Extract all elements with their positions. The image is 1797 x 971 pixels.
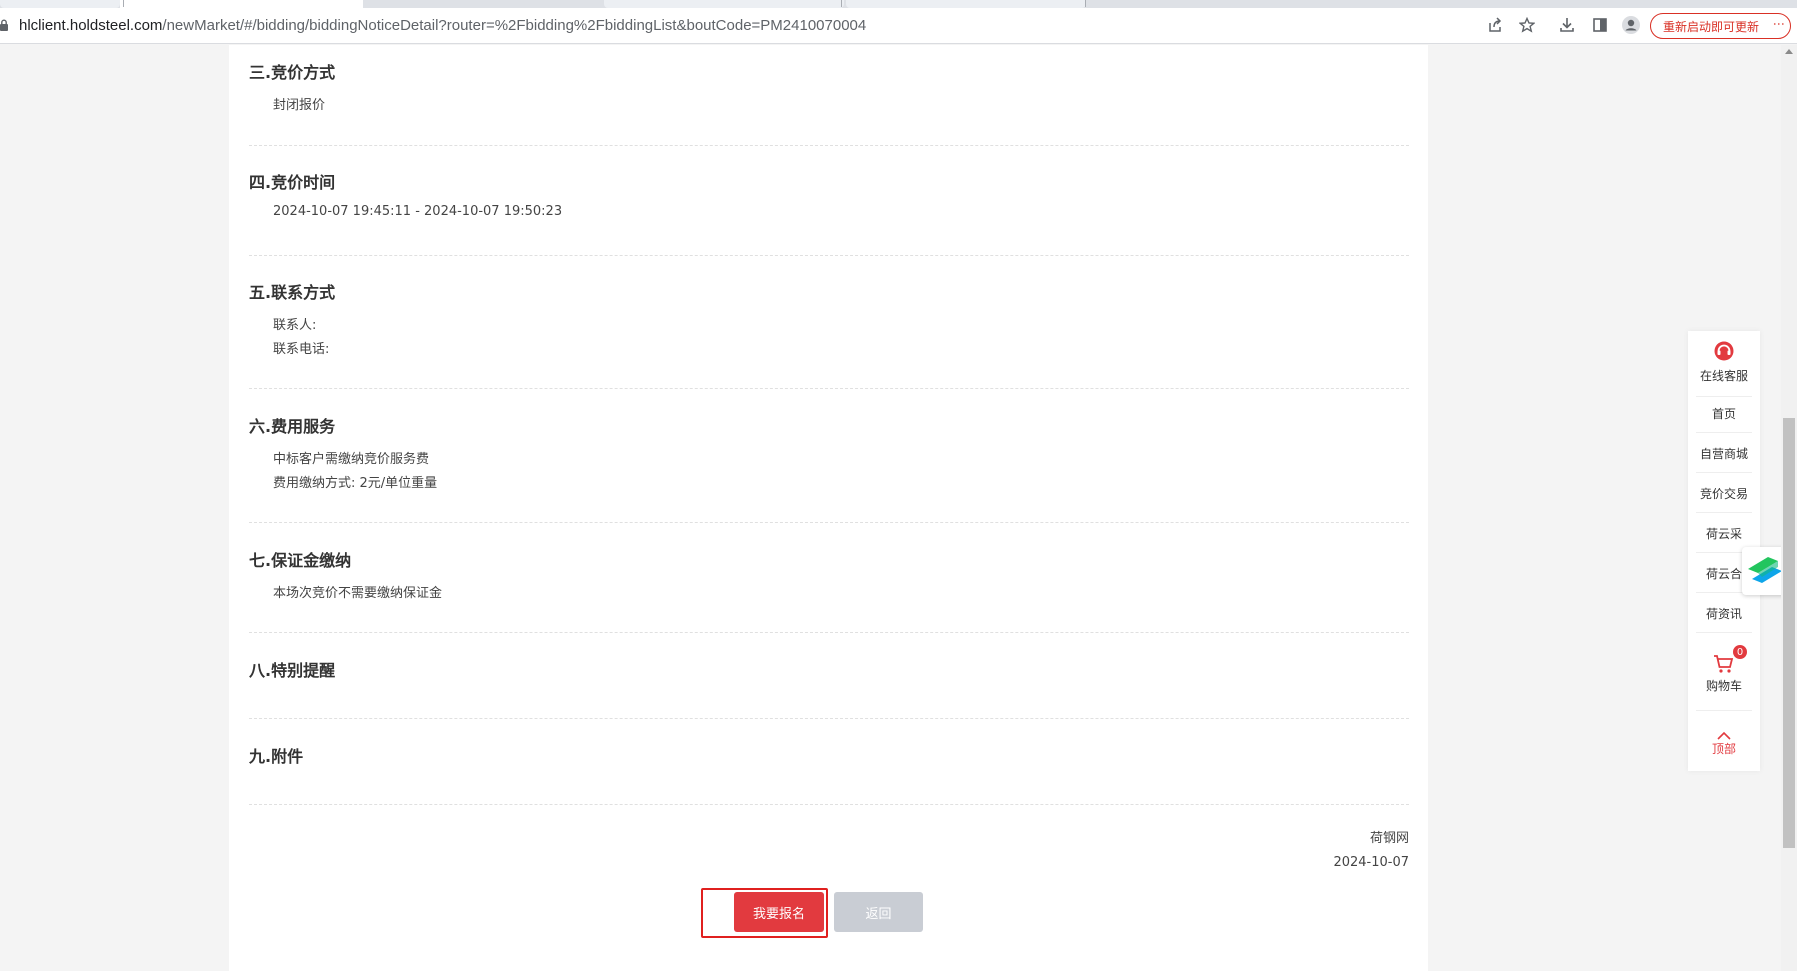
section-text: 联系电话: [273, 342, 330, 357]
scroll-up-arrow-icon[interactable] [1785, 49, 1793, 54]
url-host: hlclient.holdsteel.com [19, 17, 163, 34]
section-title: 四.竞价时间 [249, 173, 336, 192]
lock-icon[interactable] [0, 19, 8, 31]
chevron-up-icon [1717, 731, 1731, 740]
section-title: 九.附件 [249, 747, 304, 766]
divider [249, 522, 1409, 523]
section-text: 费用缴纳方式: 2元/单位重量 [273, 476, 438, 491]
divider [249, 255, 1409, 256]
float-item-cart[interactable]: 购物车 [1688, 654, 1760, 694]
float-item-top[interactable]: 顶部 [1688, 729, 1760, 757]
divider [1696, 472, 1752, 473]
section-text: 封闭报价 [273, 98, 326, 113]
float-label: 在线客服 [1699, 369, 1748, 383]
divider [249, 718, 1409, 719]
star-icon[interactable] [1516, 14, 1538, 36]
cart-count-badge: 0 [1731, 643, 1749, 661]
notice-content: 三.竞价方式 封闭报价 四.竞价时间 2024-10-07 19:45:11 -… [229, 45, 1428, 971]
divider [249, 145, 1409, 146]
tab-separator [1085, 0, 1086, 7]
section-title: 七.保证金缴纳 [249, 551, 352, 570]
signup-button[interactable]: 我要报名 [734, 892, 824, 932]
profile-icon[interactable] [1620, 14, 1642, 36]
update-label: 重新启动即可更新 [1663, 19, 1760, 34]
float-item-mall[interactable]: 自营商城 [1688, 445, 1760, 462]
scrollbar-thumb[interactable] [1783, 418, 1795, 848]
float-label: 顶部 [1711, 742, 1736, 756]
browser-toolbar: hlclient.holdsteel.com/newMarket/#/biddi… [0, 8, 1797, 44]
tab-separator [123, 0, 124, 7]
back-button[interactable]: 返回 [834, 892, 923, 932]
browser-tab[interactable] [604, 0, 844, 8]
url-path: /newMarket/#/bidding/biddingNoticeDetail… [162, 17, 867, 34]
sidepanel-icon[interactable] [1589, 14, 1611, 36]
more-icon[interactable]: ⋮ [1772, 18, 1786, 30]
headset-icon [1714, 341, 1734, 361]
float-label: 购物车 [1705, 679, 1742, 693]
section-title: 八.特别提醒 [249, 661, 336, 680]
divider [249, 804, 1409, 805]
signature-org: 荷钢网 [1369, 831, 1409, 846]
tab-separator [841, 0, 842, 7]
tab-strip [0, 0, 1797, 9]
divider [249, 388, 1409, 389]
download-icon[interactable] [1556, 14, 1578, 36]
float-item-cloud-purchase[interactable]: 荷云采 [1688, 525, 1760, 542]
divider [249, 632, 1409, 633]
signature-date: 2024-10-07 [1333, 855, 1409, 870]
browser-tab[interactable] [0, 0, 120, 8]
section-text: 本场次竞价不需要缴纳保证金 [273, 586, 443, 601]
share-icon[interactable] [1484, 14, 1506, 36]
float-item-news[interactable]: 荷资讯 [1688, 605, 1760, 622]
section-title: 三.竞价方式 [249, 63, 336, 82]
browser-tab[interactable] [846, 0, 1086, 8]
divider [1696, 512, 1752, 513]
divider [1696, 710, 1752, 711]
float-item-home[interactable]: 首页 [1688, 405, 1760, 422]
divider [1696, 396, 1752, 397]
section-title: 五.联系方式 [249, 283, 336, 302]
float-item-service[interactable]: 在线客服 [1688, 340, 1760, 384]
address-bar[interactable]: hlclient.holdsteel.com/newMarket/#/biddi… [19, 17, 866, 34]
update-button[interactable]: 重新启动即可更新 ⋮ [1650, 13, 1791, 39]
section-text: 联系人: [273, 318, 317, 333]
divider [1696, 432, 1752, 433]
section-title: 六.费用服务 [249, 417, 336, 436]
float-item-bidding[interactable]: 竞价交易 [1688, 485, 1760, 502]
section-text: 中标客户需缴纳竞价服务费 [273, 452, 430, 467]
divider [1696, 632, 1752, 633]
section-text: 2024-10-07 19:45:11 - 2024-10-07 19:50:2… [273, 204, 563, 219]
